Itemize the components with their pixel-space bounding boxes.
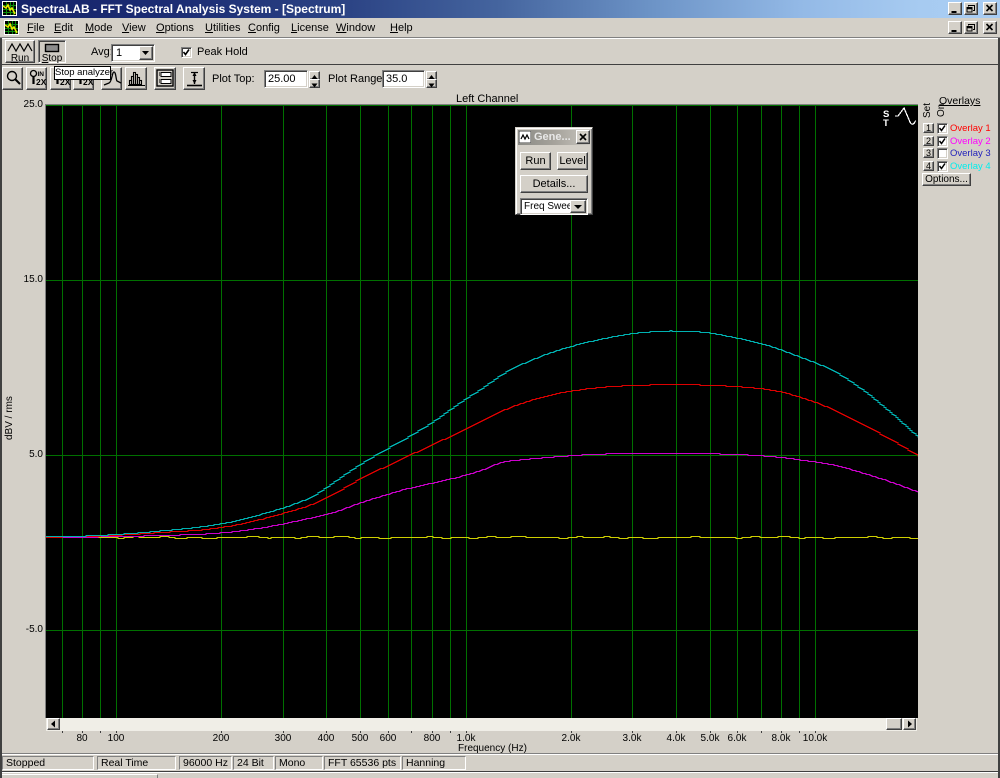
svg-text:T: T	[883, 118, 889, 129]
svg-text:2X: 2X	[36, 77, 47, 87]
